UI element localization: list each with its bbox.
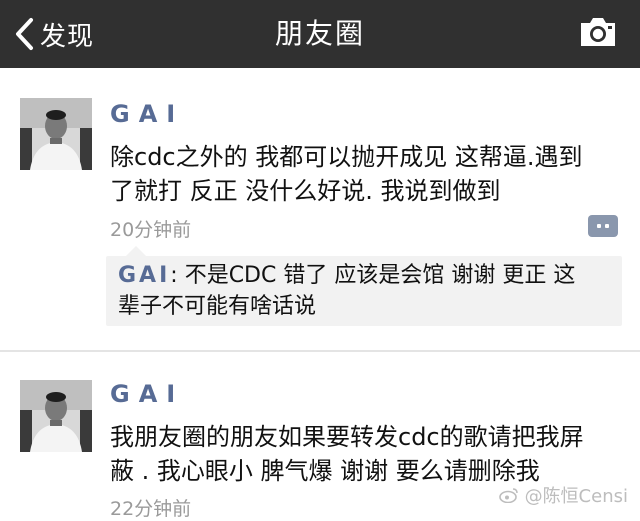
comment[interactable]: GAI: 不是CDC 错了 应该是会馆 谢谢 更正 这 辈子不可能有啥话说 <box>118 260 618 322</box>
moment-post: GAI 除cdc之外的 我都可以抛开成见 这帮逼.遇到 了就打 反正 没什么好说… <box>0 68 640 350</box>
avatar[interactable] <box>20 380 92 452</box>
post-text: 我朋友圈的朋友如果要转发cdc的歌请把我屏 蔽 . 我心眼小 脾气爆 谢谢 要么… <box>110 420 615 488</box>
page-title: 朋友圈 <box>274 17 365 50</box>
post-time: 22分钟前 <box>110 498 192 520</box>
comment-separator: : <box>170 263 178 288</box>
watermark: @陈恒Censi <box>498 482 628 508</box>
post-text-line: 除cdc之外的 我都可以抛开成见 这帮逼.遇到 <box>110 143 583 171</box>
navigation-bar: 发现 朋友圈 <box>0 0 640 68</box>
post-time: 20分钟前 <box>110 219 192 241</box>
post-author[interactable]: GAI <box>110 380 184 408</box>
comment-section: GAI: 不是CDC 错了 应该是会馆 谢谢 更正 这 辈子不可能有啥话说 <box>106 246 622 326</box>
avatar[interactable] <box>20 98 92 170</box>
post-text-line: 了就打 反正 没什么好说. 我说到做到 <box>110 177 501 205</box>
post-author[interactable]: GAI <box>110 100 184 128</box>
camera-icon <box>581 18 615 46</box>
comment-text: 辈子不可能有啥话说 <box>118 294 317 319</box>
post-text-line: 我朋友圈的朋友如果要转发cdc的歌请把我屏 <box>110 423 584 451</box>
post-text: 除cdc之外的 我都可以抛开成见 这帮逼.遇到 了就打 反正 没什么好说. 我说… <box>110 140 615 208</box>
camera-button[interactable] <box>578 15 618 53</box>
comment-icon[interactable] <box>588 215 618 237</box>
comment-author[interactable]: GAI <box>118 263 170 288</box>
weibo-icon <box>498 488 518 503</box>
comment-text: 不是CDC 错了 应该是会馆 谢谢 更正 这 <box>177 263 576 288</box>
watermark-text: @陈恒Censi <box>524 486 628 507</box>
